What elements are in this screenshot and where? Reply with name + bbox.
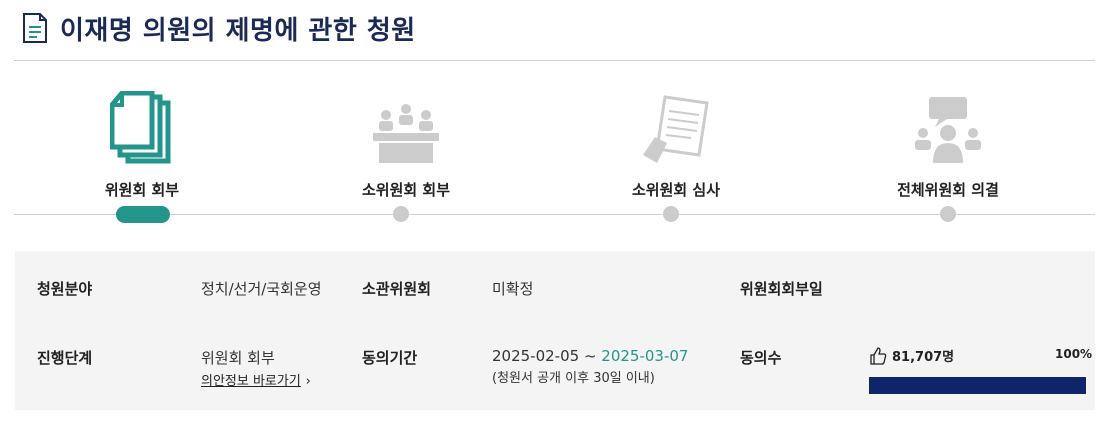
title-divider [14,60,1095,61]
referral-date-label: 위원회회부일 [740,280,823,298]
step-label: 소위원회 심사 [631,181,721,199]
chevron-right-icon: › [305,374,311,389]
page-header: 이재명 의원의 제명에 관한 청원 [22,10,416,46]
agree-count-row: 81,707명 [869,346,954,365]
field-label: 청원분야 [37,280,93,298]
thumbs-up-icon [870,346,887,365]
stage-label: 진행단계 [37,349,93,367]
bill-info-link-row[interactable]: 의안정보 바로가기 › [201,370,311,389]
period-label: 동의기간 [362,349,418,367]
step-subcommittee-review: 소위원회 심사 [566,85,786,200]
progress-steps: 위원회 회부 소위원회 회부 소위원회 심사 전체위원회 의결 [14,85,1095,235]
step-indicator-active [116,206,170,223]
discussion-group-icon [915,97,981,163]
committee-value: 미확정 [492,280,534,298]
page-title: 이재명 의원의 제명에 관한 청원 [60,15,416,46]
step-indicator [663,206,679,222]
step-full-committee-resolution: 전체위원회 의결 [838,85,1058,200]
stage-value: 위원회 회부 [201,349,275,367]
bill-info-link[interactable]: 의안정보 바로가기 [201,374,301,389]
step-label: 소위원회 회부 [361,181,451,199]
step-indicator [393,206,409,222]
committee-label: 소관위원회 [362,280,432,298]
document-icon [23,13,47,43]
agree-percent: 100% [1055,347,1093,361]
progress-track [14,214,1095,215]
agree-count: 81,707명 [892,350,955,365]
step-indicator [940,206,956,222]
agree-progress-bar [869,377,1086,394]
period-note: (청원서 공개 이후 30일 이내) [492,371,655,386]
field-value: 정치/선거/국회운영 [201,280,322,298]
meeting-table-icon [373,104,439,163]
period-end: 2025-03-07 [601,347,689,365]
agree-label: 동의수 [740,349,782,367]
step-label: 위원회 회부 [104,181,180,199]
review-document-icon [643,95,709,163]
step-subcommittee-referral: 소위원회 회부 [296,85,516,200]
period-start: 2025-02-05 ~ [492,347,602,365]
step-label: 전체위원회 의결 [897,181,999,199]
period-block: 2025-02-05 ~ 2025-03-07 (청원서 공개 이후 30일 이… [492,347,688,386]
stage-block: 위원회 회부 의안정보 바로가기 › [201,347,311,389]
petition-info-panel: 청원분야 정치/선거/국회운영 소관위원회 미확정 위원회회부일 진행단계 위원… [15,251,1095,410]
documents-icon [110,91,171,164]
step-committee-referral: 위원회 회부 [32,85,252,200]
